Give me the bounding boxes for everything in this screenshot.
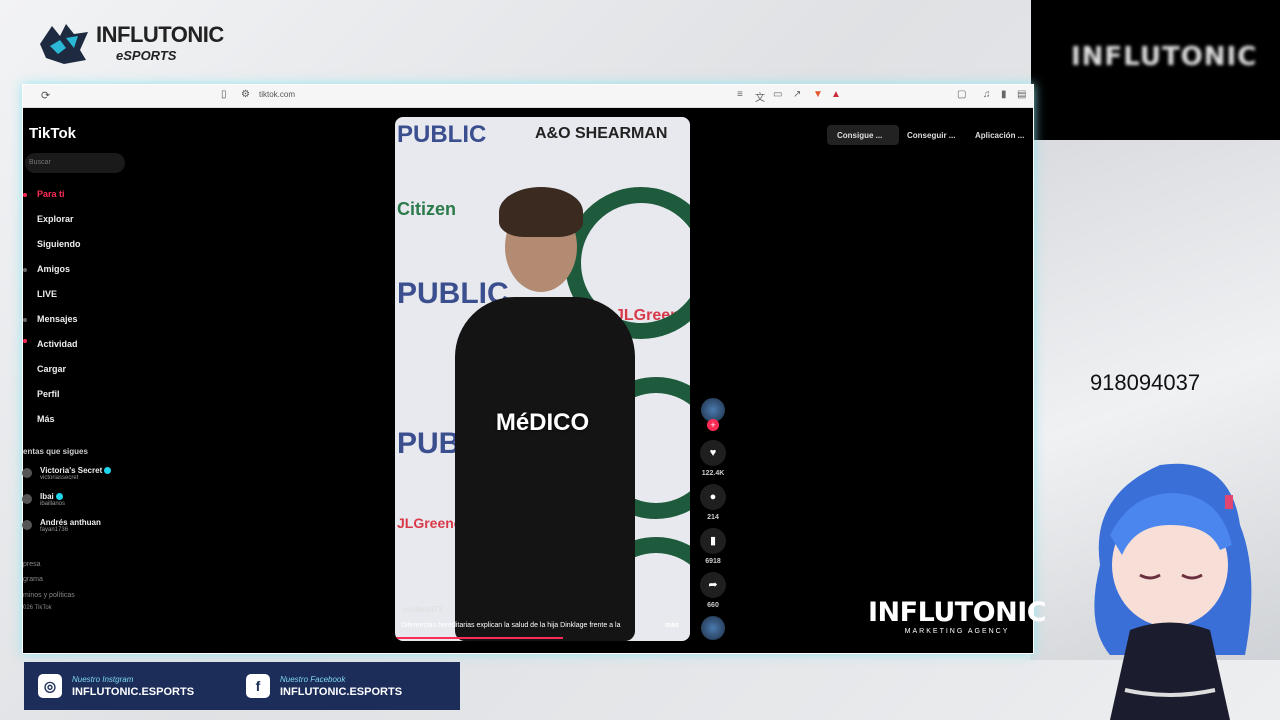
- like-count: 122.4K: [701, 470, 725, 477]
- site-settings-icon[interactable]: ⚙: [241, 89, 250, 100]
- agency-logo: INFLUTONIC MARKETING AGENCY: [868, 597, 1047, 635]
- reader-icon[interactable]: ≡: [737, 89, 743, 100]
- wall-text: JLGreene: [397, 515, 462, 531]
- nav-amigos[interactable]: Amigos: [37, 264, 70, 274]
- instagram-icon: ◎: [38, 674, 62, 698]
- tiktok-logo[interactable]: TikTok: [29, 125, 76, 142]
- instagram-label: Nuestro Instgram: [72, 675, 134, 684]
- account-handle: fayan1736: [40, 527, 69, 533]
- video-caption: MéDICO: [495, 409, 590, 436]
- comment-count: 214: [707, 514, 719, 521]
- wallet-icon[interactable]: ▤: [1017, 89, 1026, 100]
- account-handle: victoriassecret: [40, 475, 79, 481]
- verified-icon: [104, 467, 112, 475]
- search-placeholder: Buscar: [29, 159, 51, 166]
- consigue-button[interactable]: Consigue ...: [837, 131, 882, 140]
- share-arrow-icon[interactable]: ➦: [700, 572, 726, 598]
- agency-tagline: MARKETING AGENCY: [904, 628, 1010, 635]
- avatar: [22, 494, 32, 504]
- footer-link[interactable]: minos y políticas: [23, 592, 75, 599]
- browser-window: ⟳ ▯ ⚙ tiktok.com ≡ 文 ▭ ↗ ▼ ▲ ▢ ♫ ▮ ▤ Tik…: [22, 84, 1047, 654]
- footer-link[interactable]: presa: [23, 561, 41, 568]
- split-view-icon[interactable]: ▮: [1001, 89, 1007, 100]
- activity-badge-icon: [23, 339, 27, 343]
- brand-name: INFLUTONIC: [96, 22, 224, 47]
- nav-para-ti[interactable]: Para ti: [37, 189, 65, 199]
- footer-link[interactable]: grama: [23, 576, 43, 583]
- wall-text: PUBLIC: [397, 121, 487, 148]
- nav-explorar[interactable]: Explorar: [37, 214, 74, 224]
- instagram-handle: INFLUTONIC.ESPORTS: [72, 686, 195, 698]
- person-body: [455, 297, 635, 641]
- copyright: 026 TikTok: [23, 605, 52, 611]
- sound-disc-icon[interactable]: [701, 616, 725, 640]
- follow-plus-icon[interactable]: +: [707, 419, 719, 431]
- share-count: 660: [707, 602, 719, 609]
- nav-mas[interactable]: Más: [37, 414, 55, 424]
- bookmark-save-icon[interactable]: ▮: [700, 528, 726, 554]
- bookmark-icon[interactable]: ▯: [221, 89, 227, 100]
- sidebar-icon[interactable]: ▢: [957, 89, 966, 100]
- more-link[interactable]: más: [665, 622, 679, 629]
- share-icon[interactable]: ↗: [793, 89, 801, 100]
- account-name: Ibai: [40, 492, 54, 501]
- like-icon[interactable]: ♥: [700, 440, 726, 466]
- vtuber-avatar: [1094, 463, 1252, 720]
- account-andres-anthuan[interactable]: Andrés anthuan fayan1736: [22, 518, 101, 533]
- video-player[interactable]: A&O SHEARMAN PUBLIC Citizen PUBLIC JLGre…: [395, 117, 690, 641]
- following-accounts-title: entas que sigues: [23, 447, 88, 456]
- save-count: 6918: [705, 558, 721, 565]
- avatar: [22, 520, 32, 530]
- wall-text: A&O SHEARMAN: [535, 125, 668, 142]
- brand-logo: INFLUTONIC eSPORTS: [36, 18, 224, 68]
- nav-live[interactable]: LIVE: [37, 289, 57, 299]
- address-bar: ⟳ ▯ ⚙ tiktok.com ≡ 文 ▭ ↗ ▼ ▲ ▢ ♫ ▮ ▤: [23, 85, 1033, 108]
- translate-icon[interactable]: 文: [755, 89, 765, 104]
- camera-overlay: INFLUTONIC: [1031, 0, 1280, 140]
- camera-logo-text: INFLUTONIC: [1071, 42, 1258, 72]
- verified-icon: [55, 493, 63, 501]
- messages-icon: [23, 318, 27, 322]
- brave-rewards-icon[interactable]: ▲: [831, 89, 841, 100]
- cast-icon[interactable]: ▭: [773, 89, 782, 100]
- search-input[interactable]: Buscar: [25, 153, 125, 173]
- agency-name: INFLUTONIC: [868, 597, 1047, 628]
- comment-icon[interactable]: ●: [700, 484, 726, 510]
- facebook-icon: f: [246, 674, 270, 698]
- wall-text: Citizen: [397, 199, 457, 219]
- app-download-button[interactable]: Aplicación ...: [975, 131, 1024, 140]
- video-progress[interactable]: [395, 637, 563, 639]
- account-name: Victoria's Secret: [40, 466, 103, 475]
- account-ibai[interactable]: Ibai ibaillanos: [22, 492, 66, 507]
- account-name: Andrés anthuan: [40, 518, 101, 527]
- conseguir-button[interactable]: Conseguir ...: [907, 131, 955, 140]
- nav-siguiendo[interactable]: Siguiendo: [37, 239, 81, 249]
- facebook-handle: INFLUTONIC.ESPORTS: [280, 686, 403, 698]
- avatar: [22, 468, 32, 478]
- friends-icon: [23, 268, 27, 272]
- account-victorias-secret[interactable]: Victoria's Secret victoriassecret: [22, 466, 112, 481]
- nav-perfil[interactable]: Perfil: [37, 389, 60, 399]
- facebook-label: Nuestro Facebook: [280, 675, 346, 684]
- nav-actividad[interactable]: Actividad: [37, 339, 78, 349]
- brand-sub: eSPORTS: [116, 48, 177, 63]
- nav-cargar[interactable]: Cargar: [37, 364, 66, 374]
- wolf-logo-icon: [40, 24, 88, 64]
- social-banner: ◎ Nuestro Instgram INFLUTONIC.ESPORTS f …: [24, 662, 460, 710]
- video-description: Diferencias hereditarias explican la sal…: [401, 622, 621, 629]
- music-icon[interactable]: ♫: [983, 89, 991, 100]
- person-hair: [499, 187, 583, 237]
- video-username[interactable]: coolprod73: [403, 605, 443, 614]
- brave-shield-icon[interactable]: ▼: [813, 89, 823, 100]
- home-icon: [23, 193, 27, 197]
- reload-icon[interactable]: ⟳: [41, 89, 50, 102]
- phone-number: 918094037: [1089, 370, 1201, 395]
- nav-mensajes[interactable]: Mensajes: [37, 314, 78, 324]
- url-text[interactable]: tiktok.com: [259, 90, 295, 99]
- account-handle: ibaillanos: [40, 501, 66, 507]
